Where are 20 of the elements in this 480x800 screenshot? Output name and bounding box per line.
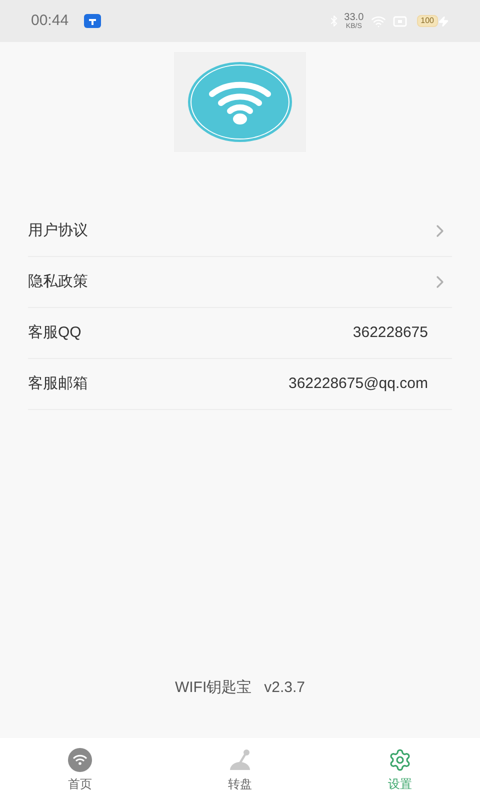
row-value: 362228675 xyxy=(352,322,428,343)
settings-icon xyxy=(388,748,412,772)
version-text: WIFI钥匙宝 v2.3.7 xyxy=(174,678,306,698)
charging-icon xyxy=(438,16,449,26)
settings-row[interactable]: 隐私政策 xyxy=(28,257,452,308)
app-notification-icon xyxy=(84,14,101,28)
wifi-logo-icon xyxy=(187,61,293,143)
row-label: 隐私政策 xyxy=(28,272,88,292)
nav-tab[interactable]: 首页 xyxy=(0,738,160,800)
battery-level: 100 xyxy=(416,15,438,27)
status-time: 00:44 xyxy=(31,10,69,31)
row-value: 362228675@qq.com xyxy=(288,374,428,394)
nav-tab[interactable]: 转盘 xyxy=(160,738,320,800)
row-label: 客服邮箱 xyxy=(28,374,88,394)
wifi-icon xyxy=(68,748,92,772)
settings-row[interactable]: 用户协议 xyxy=(28,206,452,257)
row-label: 用户协议 xyxy=(28,220,88,241)
row-label: 客服QQ xyxy=(28,322,82,343)
joystick-icon xyxy=(227,748,253,772)
nav-tab[interactable]: 设置 xyxy=(320,738,480,800)
